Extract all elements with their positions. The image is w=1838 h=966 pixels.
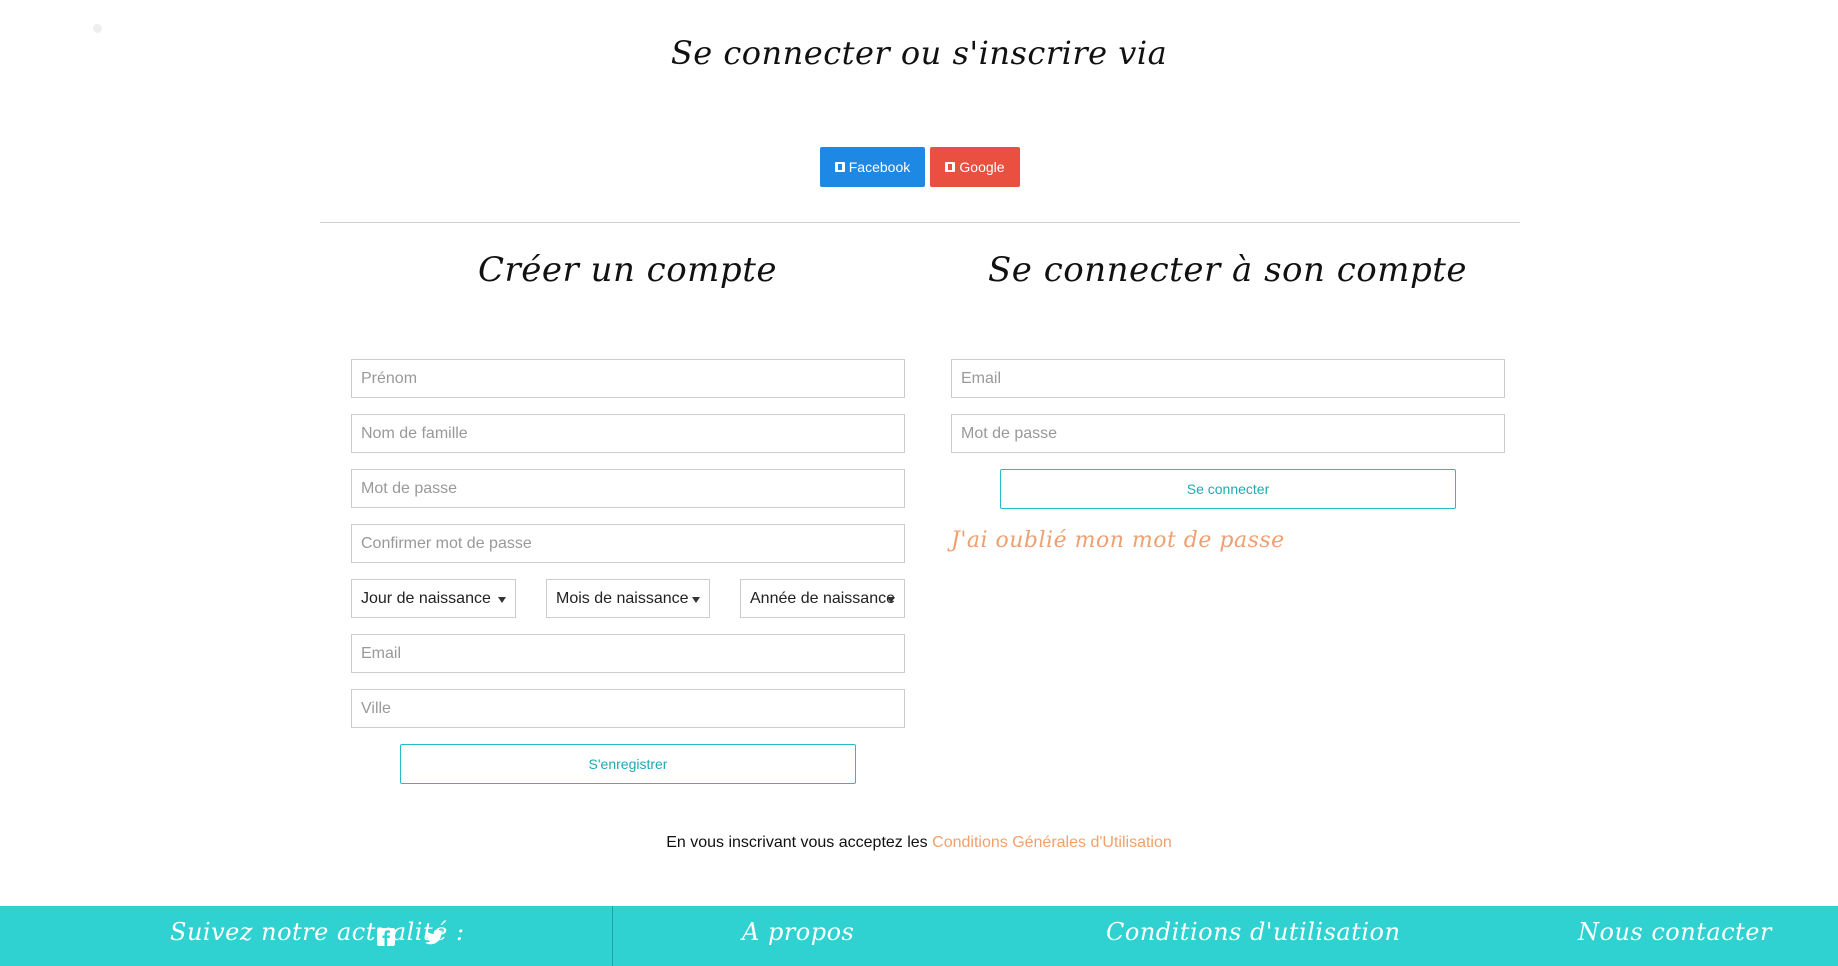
register-button[interactable]: S'enregistrer [400, 744, 856, 784]
google-icon [945, 162, 956, 172]
birth-month-select[interactable]: Mois de naissance [546, 579, 710, 618]
login-button-label: Se connecter [1186, 481, 1270, 497]
terms-link[interactable]: Conditions Générales d'Utilisation [932, 834, 1172, 851]
forgot-password-link[interactable]: J'ai oublié mon mot de passe [951, 528, 1285, 553]
terms-text: En vous inscrivant vous acceptez les [666, 834, 928, 851]
firstname-input[interactable] [351, 359, 905, 398]
confirm-password-input[interactable] [351, 524, 905, 563]
birth-day-label: Jour de naissance [361, 589, 491, 607]
footer-divider [612, 906, 613, 966]
footer-about-link[interactable]: A propos [742, 918, 854, 946]
register-email-input[interactable] [351, 634, 905, 673]
google-label: Google [959, 159, 1005, 175]
footer-contact-link[interactable]: Nous contacter [1578, 918, 1772, 946]
lastname-input[interactable] [351, 414, 905, 453]
facebook-label: Facebook [848, 159, 911, 175]
birth-month-label: Mois de naissance [556, 589, 689, 607]
divider [320, 222, 1520, 223]
google-login-button[interactable]: Google [930, 147, 1020, 187]
facebook-login-button[interactable]: Facebook [820, 147, 925, 187]
register-password-input[interactable] [351, 469, 905, 508]
login-button[interactable]: Se connecter [1000, 469, 1456, 509]
chevron-down-icon [887, 597, 895, 603]
login-email-input[interactable] [951, 359, 1505, 398]
social-login-title: Se connecter ou s'inscrire via [670, 34, 1168, 72]
chevron-down-icon [692, 597, 700, 603]
register-title: Créer un compte [478, 250, 777, 290]
facebook-icon[interactable] [376, 927, 396, 947]
birth-day-select[interactable]: Jour de naissance [351, 579, 516, 618]
facebook-icon [834, 162, 845, 172]
chevron-down-icon [498, 597, 506, 603]
terms-notice: En vous inscrivant vous acceptez les Con… [0, 834, 1838, 852]
decorative-dot [93, 24, 102, 33]
twitter-icon[interactable] [424, 927, 444, 947]
login-password-input[interactable] [951, 414, 1505, 453]
city-input[interactable] [351, 689, 905, 728]
birth-year-label: Année de naissance [750, 589, 895, 607]
footer-conditions-link[interactable]: Conditions d'utilisation [1106, 918, 1400, 946]
register-button-label: S'enregistrer [588, 756, 668, 772]
login-title: Se connecter à son compte [987, 250, 1468, 290]
birth-year-select[interactable]: Année de naissance [740, 579, 905, 618]
footer-follow-label: Suivez notre actualité : [170, 918, 465, 946]
